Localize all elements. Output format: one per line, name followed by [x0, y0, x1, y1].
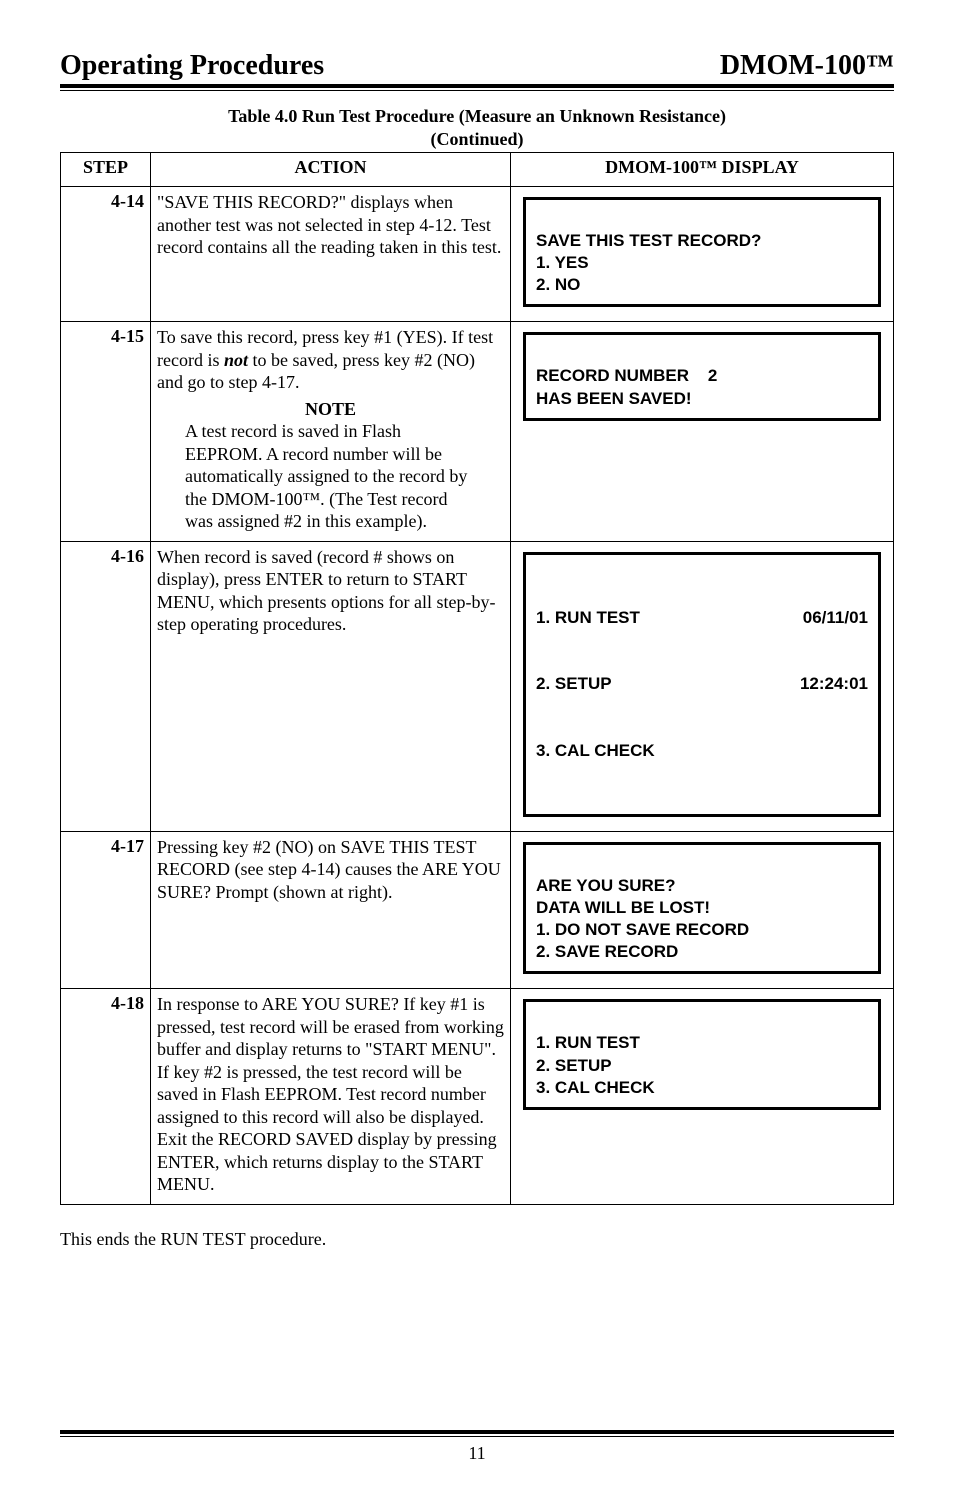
closing-text: This ends the RUN TEST procedure.	[60, 1229, 894, 1250]
display-line: ARE YOU SURE?	[536, 876, 676, 895]
table-row: 4-16 When record is saved (record # show…	[61, 541, 894, 831]
table-header-row: STEP ACTION DMOM-100™ DISPLAY	[61, 153, 894, 187]
display-row: 3. CAL CHECK	[536, 740, 868, 762]
display-box: ARE YOU SURE? DATA WILL BE LOST! 1. DO N…	[523, 842, 881, 974]
display-line: 1. DO NOT SAVE RECORD	[536, 920, 749, 939]
display-line: RECORD NUMBER 2	[536, 366, 717, 385]
display-row: 2. SETUP 12:24:01	[536, 673, 868, 695]
display-box: SAVE THIS TEST RECORD? 1. YES 2. NO	[523, 197, 881, 307]
display-left: 3. CAL CHECK	[536, 740, 655, 762]
table-row: 4-15 To save this record, press key #1 (…	[61, 322, 894, 542]
caption-line1: Table 4.0 Run Test Procedure (Measure an…	[228, 106, 726, 126]
display-line: 1. YES	[536, 253, 589, 272]
table-row: 4-18 In response to ARE YOU SURE? If key…	[61, 989, 894, 1205]
display-right: 06/11/01	[803, 607, 868, 629]
display-box: 1. RUN TEST 2. SETUP 3. CAL CHECK	[523, 999, 881, 1109]
procedure-table: STEP ACTION DMOM-100™ DISPLAY 4-14 "SAVE…	[60, 152, 894, 1205]
display-right: 12:24:01	[800, 673, 868, 695]
display-cell: ARE YOU SURE? DATA WILL BE LOST! 1. DO N…	[511, 831, 894, 988]
table-row: 4-17 Pressing key #2 (NO) on SAVE THIS T…	[61, 831, 894, 988]
display-line: 2. SETUP	[536, 1056, 612, 1075]
footer-rule-thin	[60, 1436, 894, 1437]
display-box: 1. RUN TEST 06/11/01 2. SETUP 12:24:01 3…	[523, 552, 881, 817]
action-text: "SAVE THIS RECORD?" displays when anothe…	[151, 187, 511, 322]
action-not-word: not	[224, 350, 248, 370]
header-right: DMOM-100™	[720, 50, 894, 82]
col-action: ACTION	[151, 153, 511, 187]
display-line: 1. RUN TEST	[536, 1033, 640, 1052]
step-number: 4-16	[61, 541, 151, 831]
display-line: 3. CAL CHECK	[536, 1078, 655, 1097]
display-cell: 1. RUN TEST 2. SETUP 3. CAL CHECK	[511, 989, 894, 1205]
note-heading: NOTE	[157, 398, 504, 421]
display-line: 2. SAVE RECORD	[536, 942, 678, 961]
action-text: To save this record, press key #1 (YES).…	[151, 322, 511, 542]
page-header: Operating Procedures DMOM-100™	[60, 50, 894, 88]
display-left: 2. SETUP	[536, 673, 612, 695]
display-cell: SAVE THIS TEST RECORD? 1. YES 2. NO	[511, 187, 894, 322]
display-left: 1. RUN TEST	[536, 607, 640, 629]
display-line: 2. NO	[536, 275, 580, 294]
display-cell: RECORD NUMBER 2 HAS BEEN SAVED!	[511, 322, 894, 542]
display-box: RECORD NUMBER 2 HAS BEEN SAVED!	[523, 332, 881, 420]
header-left: Operating Procedures	[60, 50, 324, 82]
step-number: 4-17	[61, 831, 151, 988]
step-number: 4-14	[61, 187, 151, 322]
col-display: DMOM-100™ DISPLAY	[511, 153, 894, 187]
action-text: Pressing key #2 (NO) on SAVE THIS TEST R…	[151, 831, 511, 988]
display-row: 1. RUN TEST 06/11/01	[536, 607, 868, 629]
action-text: In response to ARE YOU SURE? If key #1 i…	[151, 989, 511, 1205]
display-line: SAVE THIS TEST RECORD?	[536, 231, 761, 250]
caption-line2: (Continued)	[430, 129, 523, 149]
page-number: 11	[60, 1443, 894, 1464]
table-caption: Table 4.0 Run Test Procedure (Measure an…	[60, 105, 894, 150]
page-footer: 11	[60, 1430, 894, 1464]
step-number: 4-18	[61, 989, 151, 1205]
note-body: A test record is saved in Flash EEPROM. …	[185, 420, 476, 533]
footer-rule-thick	[60, 1430, 894, 1434]
display-cell: 1. RUN TEST 06/11/01 2. SETUP 12:24:01 3…	[511, 541, 894, 831]
action-text: When record is saved (record # shows on …	[151, 541, 511, 831]
step-number: 4-15	[61, 322, 151, 542]
table-row: 4-14 "SAVE THIS RECORD?" displays when a…	[61, 187, 894, 322]
display-line: DATA WILL BE LOST!	[536, 898, 710, 917]
col-step: STEP	[61, 153, 151, 187]
display-line: HAS BEEN SAVED!	[536, 389, 692, 408]
header-rule	[60, 90, 894, 91]
